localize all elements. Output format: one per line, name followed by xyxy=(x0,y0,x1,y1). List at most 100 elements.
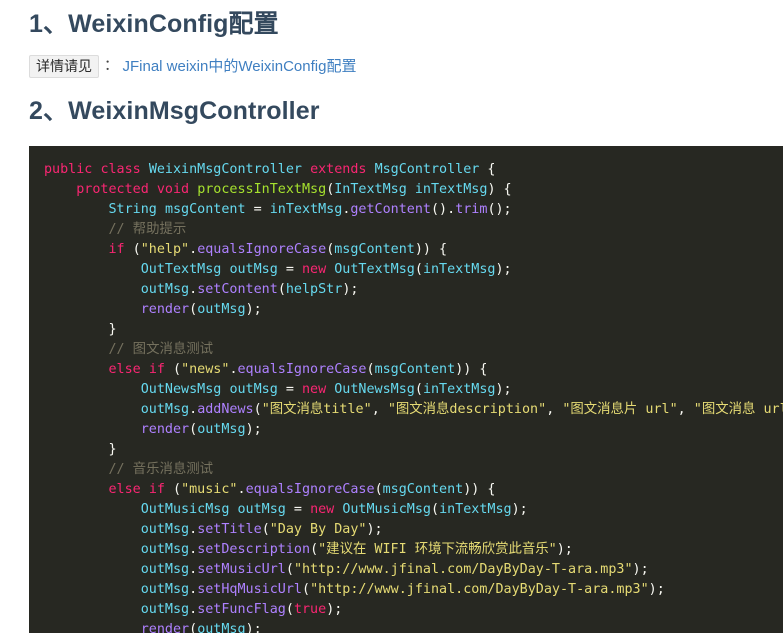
code-token: InTextMsg xyxy=(334,182,407,197)
code-token: else xyxy=(108,482,141,497)
code-token: "http://www.jfinal.com/DayByDay-T-ara.mp… xyxy=(293,562,633,577)
code-token: inTextMsg xyxy=(422,382,496,397)
code-token: ); xyxy=(632,562,649,577)
page-title-section-2: 2、WeixinMsgController xyxy=(29,97,320,126)
code-token: . xyxy=(189,242,198,257)
code-token: . xyxy=(189,562,198,577)
code-token: "help" xyxy=(140,242,190,257)
code-token: ); xyxy=(342,282,359,297)
code-token: ( xyxy=(164,482,182,497)
code-token: = xyxy=(285,502,311,517)
code-token: outMsg xyxy=(140,402,190,417)
code-token: . xyxy=(237,482,246,497)
code-token: { xyxy=(479,162,496,177)
code-token: "http://www.jfinal.com/DayByDay-T-ara.mp… xyxy=(310,582,649,597)
code-token: . xyxy=(189,282,198,297)
code-token: = xyxy=(277,262,302,277)
code-token: ); xyxy=(245,622,262,633)
code-token: outMsg xyxy=(197,622,246,633)
code-token: msgContent xyxy=(164,202,246,217)
code-token: outMsg xyxy=(237,502,286,517)
code-token: ( xyxy=(253,402,262,417)
code-token: . xyxy=(189,402,198,417)
code-token: setContent xyxy=(197,282,278,297)
code-token: inTextMsg xyxy=(269,202,343,217)
code-token: = xyxy=(245,202,270,217)
detail-reference-line: 详情请见 ： JFinal weixin中的WeixinConfig配置 xyxy=(29,55,783,79)
code-token: new xyxy=(302,382,327,397)
code-token: ); xyxy=(326,602,343,617)
code-token: // 音乐消息测试 xyxy=(108,462,214,477)
code-token: msgContent xyxy=(334,242,415,257)
code-token: String xyxy=(108,202,157,217)
code-token: "Day By Day" xyxy=(269,522,367,537)
code-token: outMsg xyxy=(140,602,190,617)
code-token: helpStr xyxy=(285,282,343,297)
code-token: "图文消息title" xyxy=(261,402,372,417)
code-token: inTextMsg xyxy=(414,182,488,197)
code-token: msgContent xyxy=(374,362,456,377)
code-token: = xyxy=(277,382,302,397)
code-token: setHqMusicUrl xyxy=(197,582,302,597)
code-token: , xyxy=(371,402,388,417)
code-token: if xyxy=(148,482,165,497)
code-token: if xyxy=(108,242,125,257)
code-token: ); xyxy=(366,522,383,537)
code-token: ); xyxy=(245,422,262,437)
code-token: new xyxy=(302,262,327,277)
code-token: outMsg xyxy=(197,302,246,317)
code-token: render xyxy=(140,302,190,317)
code-token: . xyxy=(189,582,198,597)
code-token: equalsIgnoreCase xyxy=(245,482,375,497)
code-token: ( xyxy=(189,302,198,317)
weixinconfig-doc-link[interactable]: JFinal weixin中的WeixinConfig配置 xyxy=(123,56,357,79)
code-token: ( xyxy=(164,362,182,377)
code-token: "news" xyxy=(181,362,230,377)
code-token: setFuncFlag xyxy=(197,602,286,617)
code-token: ( xyxy=(374,482,383,497)
code-token: outMsg xyxy=(140,522,190,537)
separator-colon: ： xyxy=(104,57,119,74)
code-token: outMsg xyxy=(229,382,278,397)
code-token: ( xyxy=(302,582,311,597)
code-token: )) { xyxy=(414,242,448,257)
code-token: if xyxy=(148,362,165,377)
code-token: "图文消息description" xyxy=(387,402,547,417)
code-token: )) { xyxy=(463,482,496,497)
code-token: equalsIgnoreCase xyxy=(197,242,327,257)
code-token: } xyxy=(44,442,117,457)
code-token: OutNewsMsg xyxy=(334,382,415,397)
page-title-section-1: 1、WeixinConfig配置 xyxy=(29,10,279,38)
code-token: ( xyxy=(189,422,198,437)
code-token: outMsg xyxy=(140,582,190,597)
code-block[interactable]: public class WeixinMsgController extends… xyxy=(29,146,783,633)
code-token: new xyxy=(310,502,335,517)
code-token: ( xyxy=(366,362,375,377)
code-token: ( xyxy=(277,282,286,297)
code-token: ); xyxy=(495,262,512,277)
code-token: (). xyxy=(431,202,456,217)
code-token: // 图文消息测试 xyxy=(108,342,214,357)
code-token: inTextMsg xyxy=(439,502,512,517)
status-badge: 详情请见 xyxy=(29,55,99,79)
code-token: WeixinMsgController xyxy=(148,162,302,177)
